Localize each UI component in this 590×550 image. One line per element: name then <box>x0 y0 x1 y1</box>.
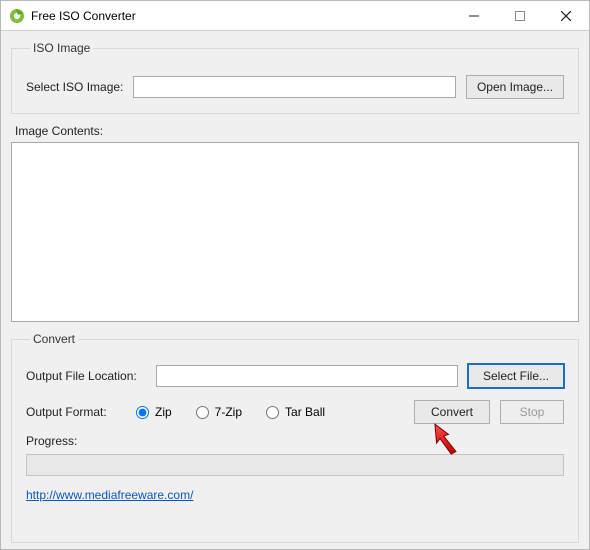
convert-legend: Convert <box>30 332 78 346</box>
app-icon <box>9 8 25 24</box>
output-format-label: Output Format: <box>26 405 126 419</box>
output-location-input[interactable] <box>156 365 458 387</box>
format-zip[interactable]: Zip <box>136 405 172 419</box>
window-title: Free ISO Converter <box>31 9 451 23</box>
titlebar: Free ISO Converter <box>1 1 589 31</box>
window-buttons <box>451 1 589 30</box>
app-window: Free ISO Converter ISO Image Select ISO … <box>0 0 590 550</box>
open-image-button[interactable]: Open Image... <box>466 75 564 99</box>
website-link[interactable]: http://www.mediafreeware.com/ <box>26 488 193 502</box>
format-7zip[interactable]: 7-Zip <box>196 405 242 419</box>
convert-button[interactable]: Convert <box>414 400 490 424</box>
output-location-label: Output File Location: <box>26 369 146 383</box>
iso-image-group: ISO Image Select ISO Image: Open Image..… <box>11 41 579 114</box>
close-button[interactable] <box>543 1 589 30</box>
image-contents-label: Image Contents: <box>15 124 579 138</box>
format-7zip-radio[interactable] <box>196 406 209 419</box>
format-zip-radio[interactable] <box>136 406 149 419</box>
output-format-options: Zip 7-Zip Tar Ball <box>136 405 325 419</box>
select-iso-label: Select ISO Image: <box>26 80 123 94</box>
iso-path-input[interactable] <box>133 76 456 98</box>
select-file-button[interactable]: Select File... <box>468 364 564 388</box>
convert-group: Convert Output File Location: Select Fil… <box>11 332 579 543</box>
format-tarball-radio[interactable] <box>266 406 279 419</box>
format-7zip-label: 7-Zip <box>215 405 242 419</box>
format-tarball-label: Tar Ball <box>285 405 325 419</box>
maximize-button[interactable] <box>497 1 543 30</box>
progress-label: Progress: <box>26 434 564 448</box>
format-zip-label: Zip <box>155 405 172 419</box>
minimize-button[interactable] <box>451 1 497 30</box>
stop-button[interactable]: Stop <box>500 400 564 424</box>
format-tarball[interactable]: Tar Ball <box>266 405 325 419</box>
client-area: ISO Image Select ISO Image: Open Image..… <box>1 31 589 549</box>
iso-image-legend: ISO Image <box>30 41 93 55</box>
progress-bar <box>26 454 564 476</box>
image-contents-section: Image Contents: <box>11 124 579 322</box>
image-contents-box[interactable] <box>11 142 579 322</box>
